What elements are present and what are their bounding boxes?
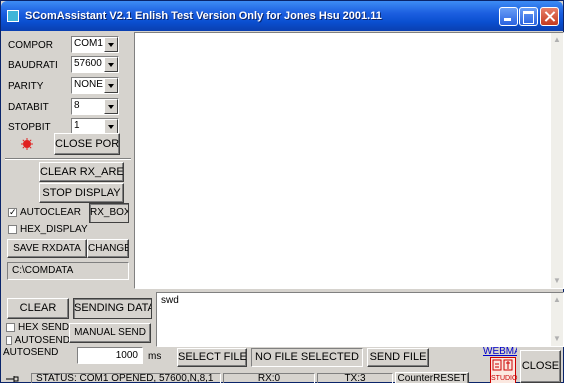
autoclear-checkbox[interactable]: ✓ [8,208,17,217]
chevron-down-icon[interactable] [104,119,118,134]
hex-display-checkbox[interactable] [8,225,17,234]
rx-box-button[interactable]: RX_BOX [89,203,129,223]
chevron-down-icon[interactable] [104,57,118,72]
clear-rx-area-button[interactable]: CLEAR RX_AREA [39,162,124,182]
select-file-button[interactable]: SELECT FILE [177,348,247,367]
hex-display-option[interactable]: HEX_DISPLAY [8,224,118,235]
parity-select[interactable]: NONE [71,77,119,94]
baudrate-select[interactable]: 57600 [71,56,119,73]
scroll-up-icon[interactable]: ▲ [552,295,562,305]
autosend-checkbox[interactable] [6,336,12,345]
manual-send-button[interactable]: MANUAL SEND [69,323,151,343]
parity-value: NONE [74,79,103,90]
chevron-down-icon[interactable] [104,37,118,52]
baudrate-label: BAUDRATI [8,60,58,71]
scroll-down-icon[interactable]: ▼ [552,276,562,286]
databit-value: 8 [74,100,80,111]
pin-icon [5,374,19,383]
autosend-option[interactable]: AUTOSEND [6,335,70,346]
close-app-button[interactable]: CLOSE [520,350,561,383]
autosend-period-input[interactable]: 1000 [77,347,143,364]
send-scrollbar[interactable]: ▲ ▼ [551,293,563,346]
hex-send-checkbox[interactable] [6,323,15,332]
stopbit-value: 1 [74,120,80,131]
status-text: STATUS: COM1 OPENED, 57600,N,8,1 [31,373,221,383]
hex-send-option[interactable]: HEX SEND [6,322,76,333]
autoclear-label: AUTOCLEAR [20,207,81,218]
send-text-area[interactable]: swd ▲ ▼ [156,292,564,347]
chevron-down-icon[interactable] [104,78,118,93]
stop-display-button[interactable]: STOP DISPLAY [39,183,124,203]
studio-badge-text: STUDIO [491,375,518,382]
chevron-down-icon[interactable] [104,99,118,114]
close-port-button[interactable]: CLOSE PORT [54,133,120,155]
maximize-button[interactable] [519,7,538,26]
send-text-content: swd [161,295,179,306]
scroll-down-icon[interactable]: ▼ [552,334,562,344]
autosend-checkbox-label: AUTOSEND [14,335,70,346]
receive-area[interactable]: ▲ ▼ [134,32,564,289]
databit-label: DATABIT [8,102,49,113]
change-path-button[interactable]: CHANGE [87,239,129,258]
tx-counter: TX:3 [317,373,393,383]
close-window-button[interactable] [540,7,559,26]
period-unit-label: ms [148,351,162,362]
comport-select[interactable]: COM1 [71,36,119,53]
scroll-up-icon[interactable]: ▲ [552,35,562,45]
rx-counter: RX:0 [223,373,315,383]
title-bar[interactable]: SComAssistant V2.1 Enlish Test Version O… [1,1,563,31]
studio-logo[interactable]: STUDIO [490,357,518,383]
port-status-indicator-icon [21,138,33,150]
send-file-button[interactable]: SEND FILE [367,348,429,367]
parity-label: PARITY [8,81,44,92]
hex-send-label: HEX SEND [18,322,70,333]
comport-value: COM1 [74,38,103,49]
main-window: SComAssistant V2.1 Enlish Test Version O… [0,0,564,383]
sending-data-button[interactable]: SENDING DATA [73,298,152,319]
hex-display-label: HEX_DISPLAY [20,224,88,235]
app-icon [7,10,19,22]
webmail-link[interactable]: WEBMAIL [483,346,517,357]
databit-select[interactable]: 8 [71,98,119,115]
baudrate-value: 57600 [74,58,102,69]
file-status-field: NO FILE SELECTED [251,348,363,367]
save-rxdata-button[interactable]: SAVE RXDATA [7,239,87,258]
divider [5,158,131,160]
clear-send-button[interactable]: CLEAR [7,298,69,319]
studio-glyph-icon [492,359,513,371]
counter-reset-button[interactable]: CounterRESET [395,372,469,383]
minimize-button[interactable] [499,7,518,26]
save-path-field: C:\COMDATA [7,262,129,280]
autosend-label: AUTOSEND [3,347,59,358]
comport-label: COMPOR [8,40,53,51]
autoclear-option[interactable]: ✓ AUTOCLEAR [8,207,88,218]
window-title: SComAssistant V2.1 Enlish Test Version O… [25,10,382,22]
receive-scrollbar[interactable]: ▲ ▼ [551,33,563,288]
stopbit-label: STOPBIT [8,122,51,133]
